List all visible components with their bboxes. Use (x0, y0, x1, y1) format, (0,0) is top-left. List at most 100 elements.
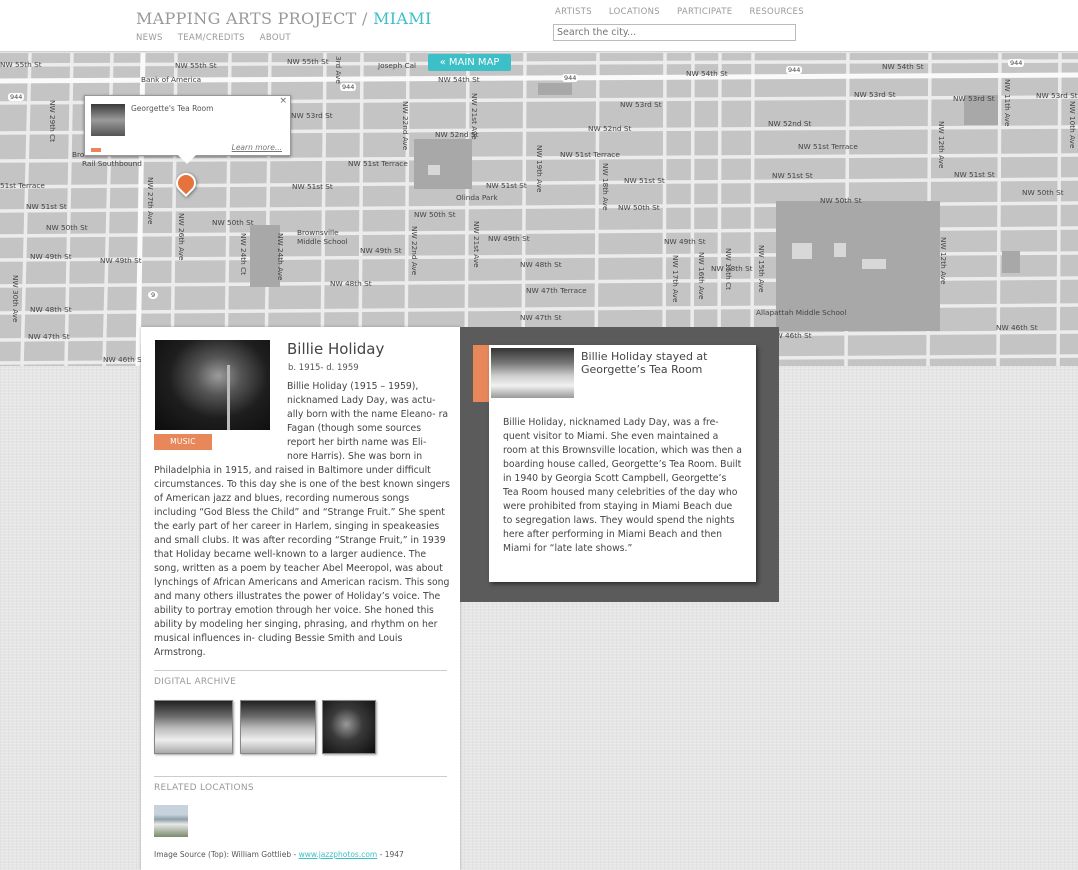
highway-shield: 944 (1008, 59, 1025, 67)
street-label: NW 54th St (882, 62, 924, 71)
archive-thumbnail[interactable] (322, 700, 376, 754)
story-title: Billie Holiday stayed at Georgette’s Tea… (581, 350, 708, 376)
street-label: NW 55th St (287, 57, 329, 66)
avenue-label: 3rd Ave (334, 56, 343, 84)
avenue-label: NW 19th Ave (535, 145, 544, 193)
archive-thumbnail[interactable] (240, 700, 316, 754)
close-icon[interactable]: × (279, 96, 287, 106)
street-label: NW 53rd St (854, 90, 896, 99)
street-label: NW 51st St (954, 170, 995, 179)
street-label: NW 50th St (414, 210, 456, 219)
avenue-label: NW 12th Ave (937, 121, 946, 169)
avenue-label: NW 15th Ave (757, 245, 766, 293)
street-label: NW 53rd St (620, 100, 662, 109)
street-label: NW 54th St (438, 75, 480, 84)
highway-shield: 944 (8, 93, 25, 101)
image-source-credit: Image Source (Top): William Gottlieb - w… (154, 850, 404, 859)
artist-panel: MUSIC Billie Holiday b. 1915- d. 1959 Bi… (141, 327, 460, 870)
primary-nav: ARTISTS LOCATIONS PARTICIPATE RESOURCES (555, 7, 818, 17)
city-search-input[interactable] (553, 24, 796, 41)
avenue-label: NW 17th Ave (671, 255, 680, 303)
street-label: NW 51st St (292, 182, 333, 191)
avenue-label: NW 18th Ave (601, 163, 610, 211)
popup-title[interactable]: Georgette's Tea Room (131, 104, 213, 113)
secondary-nav: NEWS TEAM/CREDITS ABOUT (136, 33, 303, 43)
avenue-label: NW 21st Ave (472, 221, 481, 268)
nav-about-link[interactable]: ABOUT (260, 33, 291, 43)
street-label: NW 51st St (26, 202, 67, 211)
street-label: NW 55th St (0, 60, 42, 69)
highway-shield: 944 (562, 74, 579, 82)
street-label: NW 46th St (996, 323, 1038, 332)
street-label: NW 48th St (30, 305, 72, 314)
highway-shield: 944 (786, 66, 803, 74)
street-label: NW 51st Terrace (798, 142, 858, 151)
popup-pointer (178, 155, 196, 164)
street-label: NW 52nd St (588, 124, 632, 133)
nav-locations-link[interactable]: LOCATIONS (609, 7, 660, 17)
avenue-label: NW 26th Ave (177, 213, 186, 261)
street-label: 51st Terrace (0, 181, 45, 190)
learn-more-link[interactable]: Learn more... (232, 143, 282, 152)
street-label: NW 51st St (486, 181, 527, 190)
category-color-tag (91, 148, 101, 152)
poi-label: Joseph Cal (378, 61, 417, 70)
street-label: NW 55th St (175, 61, 217, 70)
avenue-label: NW 22nd Ave (410, 226, 419, 276)
street-label: NW 50th St (46, 223, 88, 232)
avenue-label: NW 21st Ave (470, 93, 479, 140)
avenue-label: NW 24th Ave (276, 233, 285, 281)
street-label: NW 47th St (28, 332, 70, 341)
digital-archive-heading: DIGITAL ARCHIVE (154, 677, 237, 687)
street-label: NW 53rd St (291, 111, 333, 120)
avenue-label: NW 30th Ave (11, 275, 20, 323)
story-card: Billie Holiday stayed at Georgette’s Tea… (489, 345, 756, 582)
popup-thumbnail[interactable] (91, 104, 125, 136)
nav-team-credits-link[interactable]: TEAM/CREDITS (178, 33, 245, 43)
divider (154, 776, 447, 777)
street-label: NW 52nd St (768, 119, 812, 128)
image-source-link[interactable]: www.jazzphotos.com (299, 850, 378, 859)
nav-artists-link[interactable]: ARTISTS (555, 7, 592, 17)
street-label: NW 51st Terrace (348, 159, 408, 168)
avenue-label: NW 15th Ct (724, 248, 733, 291)
highway-shield: 944 (340, 83, 357, 91)
school-label: Brownsville Middle School (297, 228, 348, 246)
divider (154, 670, 447, 671)
artist-dates: b. 1915- d. 1959 (288, 363, 359, 373)
street-label: NW 48th St (330, 279, 372, 288)
avenue-label: NW 12th Ave (939, 237, 948, 285)
image-source-prefix: Image Source (Top): William Gottlieb - (154, 850, 297, 859)
street-label: NW 54th St (686, 69, 728, 78)
main-map-button[interactable]: « MAIN MAP (428, 54, 511, 71)
avenue-label: NW 11th Ave (1003, 79, 1012, 127)
avenue-label: NW 10th Ave (1068, 101, 1077, 149)
bank-label: Bank of America (141, 75, 202, 84)
avenue-label: NW 24th Ct (239, 233, 248, 276)
nav-news-link[interactable]: NEWS (136, 33, 163, 43)
story-panel: Billie Holiday stayed at Georgette’s Tea… (460, 327, 779, 602)
story-thumbnail[interactable] (491, 348, 574, 398)
image-source-suffix: - 1947 (379, 850, 404, 859)
site-brand[interactable]: MAPPING ARTS PROJECT / MIAMI (136, 9, 432, 28)
street-label: NW 49th St (360, 246, 402, 255)
street-label: NW 49th St (30, 252, 72, 261)
avenue-label: NW 16th Ave (697, 252, 706, 300)
avenue-label: NW 29th Ct (48, 100, 57, 143)
brand-city: MIAMI (373, 9, 432, 28)
street-label: NW 50th St (212, 218, 254, 227)
street-label: NW 51st St (624, 176, 665, 185)
street-label: NW 47th Terrace (526, 286, 587, 295)
archive-thumbnail[interactable] (154, 700, 233, 754)
site-header: MAPPING ARTS PROJECT / MIAMI NEWS TEAM/C… (0, 0, 1078, 52)
nav-participate-link[interactable]: PARTICIPATE (677, 7, 732, 17)
story-body: Billie Holiday, nicknamed Lady Day, was … (503, 417, 742, 554)
street-label: NW 51st Terrace (560, 150, 620, 159)
street-label: NW 49th St (488, 234, 530, 243)
school-label: Allapattah Middle School (756, 308, 847, 317)
street-label: NW 49th St (664, 237, 706, 246)
related-location-thumbnail[interactable] (154, 805, 188, 837)
street-label: NW 49th St (100, 256, 142, 265)
nav-resources-link[interactable]: RESOURCES (749, 7, 803, 17)
avenue-label: NW 27th Ave (146, 177, 155, 225)
